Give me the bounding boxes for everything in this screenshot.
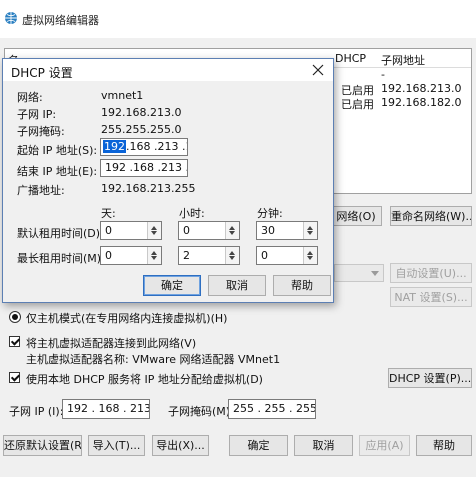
broadcast-label: 广播地址: bbox=[17, 184, 65, 197]
dialog-subnet-ip-label: 子网 IP: bbox=[17, 108, 57, 121]
default-lease-hours-value: 0 bbox=[183, 224, 190, 237]
row-subnet: - bbox=[381, 68, 385, 81]
spin-arrows-icon[interactable] bbox=[225, 247, 239, 264]
export-button[interactable]: 导出(X)... bbox=[152, 435, 209, 456]
spin-arrows-icon[interactable] bbox=[147, 247, 161, 264]
adapter-name-text: 主机虚拟适配器名称: VMware 网络适配器 VMnet1 bbox=[26, 353, 281, 366]
max-lease-days-stepper[interactable]: 0 bbox=[100, 246, 162, 265]
row-dhcp: 已启用 bbox=[341, 98, 374, 111]
connect-adapter-checkbox[interactable] bbox=[9, 336, 20, 347]
dialog-subnet-mask-label: 子网掩码: bbox=[17, 125, 65, 138]
use-dhcp-checkbox[interactable] bbox=[9, 372, 20, 383]
end-ip-label: 结束 IP 地址(E): bbox=[17, 165, 98, 178]
window-title: 虚拟网络编辑器 bbox=[22, 14, 99, 27]
start-ip-rest: .168 .213 .128 bbox=[126, 140, 187, 153]
default-lease-hours-stepper[interactable]: 0 bbox=[178, 221, 240, 240]
remove-network-button[interactable]: 网络(O) bbox=[330, 206, 382, 226]
max-lease-hours-value: 2 bbox=[183, 249, 190, 262]
default-lease-label: 默认租用时间(D): bbox=[17, 227, 104, 240]
host-only-radio[interactable] bbox=[9, 311, 21, 323]
subnet-mask-label: 子网掩码(M): bbox=[168, 405, 234, 418]
main-titlebar: 虚拟网络编辑器 bbox=[0, 0, 476, 38]
max-lease-hours-stepper[interactable]: 2 bbox=[178, 246, 240, 265]
dialog-subnet-ip-value: 192.168.213.0 bbox=[101, 106, 182, 119]
broadcast-value: 192.168.213.255 bbox=[101, 182, 196, 195]
bridge-dropdown[interactable] bbox=[334, 264, 384, 282]
dialog-ok-button[interactable]: 确定 bbox=[143, 275, 201, 296]
use-dhcp-label: 使用本地 DHCP 服务将 IP 地址分配给虚拟机(D) bbox=[26, 373, 263, 386]
spin-arrows-icon[interactable] bbox=[303, 247, 317, 264]
dialog-title: DHCP 设置 bbox=[11, 66, 73, 80]
dialog-subnet-mask-value: 255.255.255.0 bbox=[101, 123, 182, 136]
col-dhcp[interactable]: DHCP bbox=[335, 52, 366, 65]
rename-network-button[interactable]: 重命名网络(W)... bbox=[390, 206, 472, 226]
spin-arrows-icon[interactable] bbox=[303, 222, 317, 239]
max-lease-days-value: 0 bbox=[105, 249, 112, 262]
subnet-ip-label: 子网 IP (I): bbox=[9, 405, 64, 418]
default-lease-minutes-stepper[interactable]: 30 bbox=[256, 221, 318, 240]
start-ip-selection: 192 bbox=[103, 140, 126, 153]
network-value: vmnet1 bbox=[101, 89, 144, 102]
auto-settings-button[interactable]: 自动设置(U)... bbox=[390, 263, 472, 283]
default-lease-days-stepper[interactable]: 0 bbox=[100, 221, 162, 240]
connect-adapter-label: 将主机虚拟适配器连接到此网络(V) bbox=[26, 337, 197, 350]
spin-arrows-icon[interactable] bbox=[225, 222, 239, 239]
start-ip-label: 起始 IP 地址(S): bbox=[17, 144, 98, 157]
nat-settings-button[interactable]: NAT 设置(S)... bbox=[390, 287, 472, 307]
max-lease-minutes-stepper[interactable]: 0 bbox=[256, 246, 318, 265]
row-subnet: 192.168.213.0 bbox=[381, 82, 462, 95]
ok-button[interactable]: 确定 bbox=[229, 435, 288, 456]
row-subnet: 192.168.182.0 bbox=[381, 96, 462, 109]
dialog-titlebar[interactable]: DHCP 设置 bbox=[3, 59, 333, 81]
close-icon[interactable] bbox=[311, 63, 325, 77]
chevron-down-icon bbox=[371, 271, 379, 276]
start-ip-input[interactable]: 192.168 .213 .128 bbox=[100, 138, 188, 156]
default-lease-minutes-value: 30 bbox=[261, 224, 275, 237]
hours-header: 小时: bbox=[179, 207, 205, 220]
spin-arrows-icon[interactable] bbox=[147, 222, 161, 239]
help-button[interactable]: 帮助 bbox=[416, 435, 472, 456]
dhcp-settings-button[interactable]: DHCP 设置(P)... bbox=[388, 368, 472, 388]
dhcp-settings-dialog: DHCP 设置 网络: vmnet1 子网 IP: 192.168.213.0 … bbox=[2, 58, 334, 303]
days-header: 天: bbox=[101, 207, 116, 220]
network-icon bbox=[4, 11, 18, 25]
minutes-header: 分钟: bbox=[257, 207, 283, 220]
host-only-label: 仅主机模式(在专用网络内连接虚拟机)(H) bbox=[26, 312, 228, 325]
max-lease-minutes-value: 0 bbox=[261, 249, 268, 262]
import-button[interactable]: 导入(T)... bbox=[88, 435, 145, 456]
default-lease-days-value: 0 bbox=[105, 224, 112, 237]
col-subnet[interactable]: 子网地址 bbox=[381, 52, 425, 68]
network-label: 网络: bbox=[17, 91, 43, 104]
dialog-help-button[interactable]: 帮助 bbox=[273, 275, 331, 296]
subnet-ip-input[interactable]: 192 . 168 . 213 . 0 bbox=[62, 399, 150, 419]
dialog-cancel-button[interactable]: 取消 bbox=[208, 275, 266, 296]
restore-defaults-button[interactable]: 还原默认设置(R) bbox=[3, 435, 82, 456]
max-lease-label: 最长租用时间(M): bbox=[17, 252, 105, 265]
apply-button[interactable]: 应用(A) bbox=[359, 435, 410, 456]
cancel-button[interactable]: 取消 bbox=[294, 435, 353, 456]
end-ip-input[interactable]: 192 .168 .213 .254 bbox=[100, 159, 188, 177]
subnet-mask-input[interactable]: 255 . 255 . 255 . 0 bbox=[228, 399, 316, 419]
